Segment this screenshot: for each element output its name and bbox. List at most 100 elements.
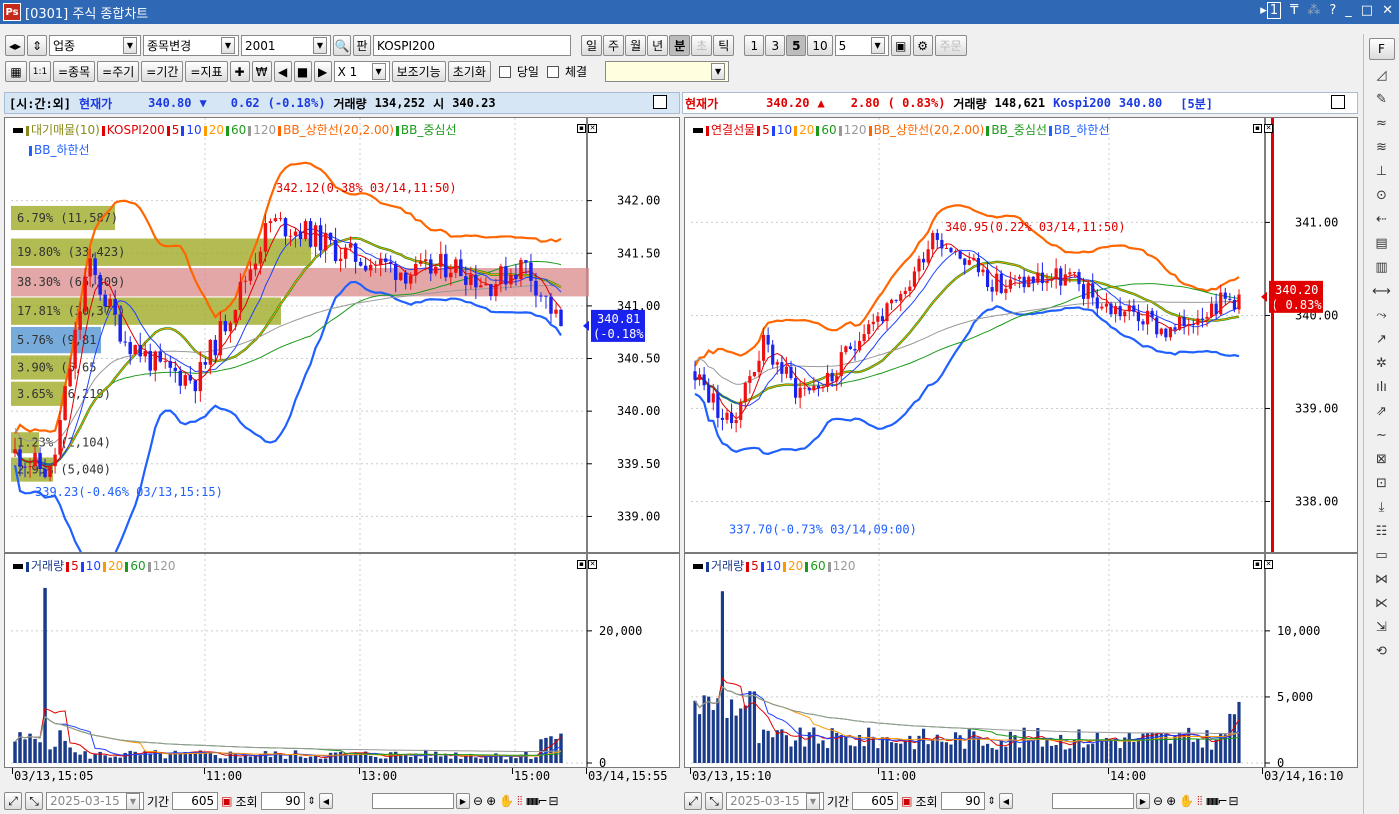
date-select[interactable]: 2025-03-15 ▼ (726, 792, 824, 810)
pane-maximize-icon[interactable]: ▪ (1253, 124, 1262, 133)
today-checkbox[interactable] (498, 65, 511, 78)
legend-item[interactable]: 10 (186, 123, 201, 137)
legend-item[interactable]: 60 (821, 123, 836, 137)
window-icon[interactable]: ▭ (1371, 548, 1393, 568)
pane-close-icon[interactable]: ✕ (588, 560, 597, 569)
prev-next-icon[interactable]: ◂▸ (5, 35, 25, 56)
legend-item[interactable]: 20 (799, 123, 814, 137)
doc-icon[interactable]: ▤ (1371, 236, 1393, 256)
query-input[interactable]: 90 (940, 792, 985, 810)
wave-icon[interactable]: ∼ (1371, 428, 1393, 448)
period-button[interactable]: 분 (669, 35, 691, 56)
legend-item[interactable]: 20 (108, 559, 123, 573)
date-select[interactable]: 2025-03-15 ▼ (46, 792, 144, 810)
draw2-icon[interactable]: ⤡ (705, 792, 723, 810)
legend-item[interactable]: BB_상한선(20,2.00) (874, 123, 985, 137)
pane-close-icon[interactable]: ✕ (588, 124, 597, 133)
one-to-one-button[interactable]: 1:1 (29, 61, 51, 82)
aux-function-button[interactable]: 보조기능 (391, 61, 446, 82)
legend-item[interactable]: 10 (86, 559, 101, 573)
code-input[interactable]: 2001 ▼ (241, 35, 331, 56)
stop-icon[interactable]: ■ (293, 61, 312, 82)
pane-maximize-icon[interactable]: ▪ (1253, 560, 1262, 569)
search-icon[interactable]: 🔍 (333, 35, 351, 56)
right-price-chart[interactable]: 341.00 340.00 339.00 338.00 340.95(0.22% 03/… (684, 117, 1358, 553)
auto-icon[interactable]: ⤳ (1371, 308, 1393, 328)
trade-select[interactable]: ▼ (605, 61, 730, 82)
order-button[interactable]: 주문 (934, 35, 967, 56)
close-icon[interactable]: ✕ (1382, 3, 1393, 18)
scale-icon[interactable]: ⊥ (1371, 164, 1393, 184)
trade-icon[interactable]: ≋ (1371, 140, 1393, 160)
bar-icon[interactable]: ılı (1371, 380, 1393, 400)
doc2-icon[interactable]: ▥ (1371, 260, 1393, 280)
left-volume-chart[interactable]: 20,000 0 거래량 5 10 20 60 120 ▪ ✕ (4, 553, 680, 768)
trade-checkbox[interactable] (546, 65, 559, 78)
stack2-icon[interactable]: ⋉ (1371, 596, 1393, 616)
zoom-icon[interactable]: ⊙ (1371, 188, 1393, 208)
period-input[interactable]: 605 (852, 792, 899, 810)
zoom-out-icon[interactable]: ⊖ (1153, 794, 1163, 808)
period-button[interactable]: 일 (581, 35, 603, 56)
period-overlay-button[interactable]: =기간 (141, 61, 184, 82)
crosshair-icon[interactable]: ✚ (229, 61, 250, 82)
pane-close-icon[interactable]: ✕ (1264, 560, 1273, 569)
info-toggle-icon[interactable] (653, 95, 667, 109)
hand-icon[interactable]: ✋ (499, 794, 514, 808)
legend-item[interactable]: BB_하한선 (1054, 123, 1110, 137)
ruler-icon[interactable]: ııııııııı⌐ (1205, 794, 1227, 808)
chevron-down-icon[interactable]: ▼ (123, 37, 137, 54)
period-button[interactable]: 5 (786, 35, 807, 56)
compare-icon[interactable]: ⊠ (1371, 452, 1393, 472)
legend-item[interactable]: 5 (172, 123, 180, 137)
legend-item[interactable]: KOSPI200 (107, 123, 165, 137)
legend-item[interactable]: 10 (766, 559, 781, 573)
legend-item[interactable]: 연결선물 (711, 123, 755, 137)
legend-item[interactable]: 120 (833, 559, 856, 573)
info-toggle-icon[interactable] (1331, 95, 1345, 109)
gear-icon[interactable]: ⚙ (912, 35, 933, 56)
item-name-field[interactable]: KOSPI200 (373, 35, 571, 56)
item-overlay-button[interactable]: =종목 (53, 61, 96, 82)
legend-item[interactable]: 120 (153, 559, 176, 573)
page-indicator[interactable]: ▸ 1 (1260, 2, 1282, 19)
query-icon[interactable]: ▣ (221, 794, 232, 808)
period-button[interactable]: 1 (744, 35, 765, 56)
left-price-chart[interactable]: 342.00 341.50 341.00 340.50 340.00 339.50 339.… (4, 117, 680, 553)
legend-item[interactable]: 60 (810, 559, 825, 573)
scroll-right-icon[interactable]: ▶ (1136, 793, 1150, 809)
period-button[interactable]: 주 (603, 35, 625, 56)
legend-item[interactable]: 120 (253, 123, 276, 137)
panel-icon[interactable]: ⊟ (549, 794, 559, 808)
query-icon[interactable]: ▣ (901, 794, 912, 808)
pane-close-icon[interactable]: ✕ (1264, 124, 1273, 133)
ruler-icon[interactable]: ııııııııı⌐ (525, 794, 547, 808)
legend-handle-icon[interactable] (13, 564, 23, 569)
pattern-icon[interactable]: ✲ (1371, 356, 1393, 376)
scroll-left-icon[interactable]: ◀ (318, 793, 333, 809)
pane-maximize-icon[interactable]: ▪ (577, 124, 586, 133)
download-icon[interactable]: ⤓ (1371, 500, 1393, 520)
reset-button[interactable]: 초기화 (447, 61, 491, 82)
change-item-select[interactable]: 종목변경 ▼ (143, 35, 239, 56)
legend-item[interactable]: 60 (231, 123, 246, 137)
chart-type-icon[interactable]: ◿ (1371, 68, 1393, 88)
legend-item[interactable]: 5 (751, 559, 759, 573)
pin-icon[interactable]: ₸ (1290, 3, 1298, 18)
hand-icon[interactable]: ✋ (1179, 794, 1194, 808)
bars-icon[interactable]: ⦙⦙ (1197, 794, 1202, 809)
period-button[interactable]: 10 (807, 35, 833, 56)
minimize-icon[interactable]: _ (1345, 3, 1352, 18)
zoom-in-icon[interactable]: ⊕ (486, 794, 496, 808)
market-select[interactable]: 업종 ▼ (49, 35, 141, 56)
legend-item[interactable]: BB_중심선 (991, 123, 1047, 137)
draw-icon[interactable]: ⤢ (4, 792, 22, 810)
zoom-out-icon[interactable]: ⊖ (473, 794, 483, 808)
bars-icon[interactable]: ⦙⦙ (517, 794, 522, 809)
query-input[interactable]: 90 (260, 792, 305, 810)
draw2-icon[interactable]: ⤡ (25, 792, 43, 810)
export-icon[interactable]: ⇲ (1371, 620, 1393, 640)
arrange-icon[interactable]: ⟷ (1371, 284, 1393, 304)
list-icon[interactable]: ☷ (1371, 524, 1393, 544)
price-icon[interactable]: ≈ (1371, 116, 1393, 136)
